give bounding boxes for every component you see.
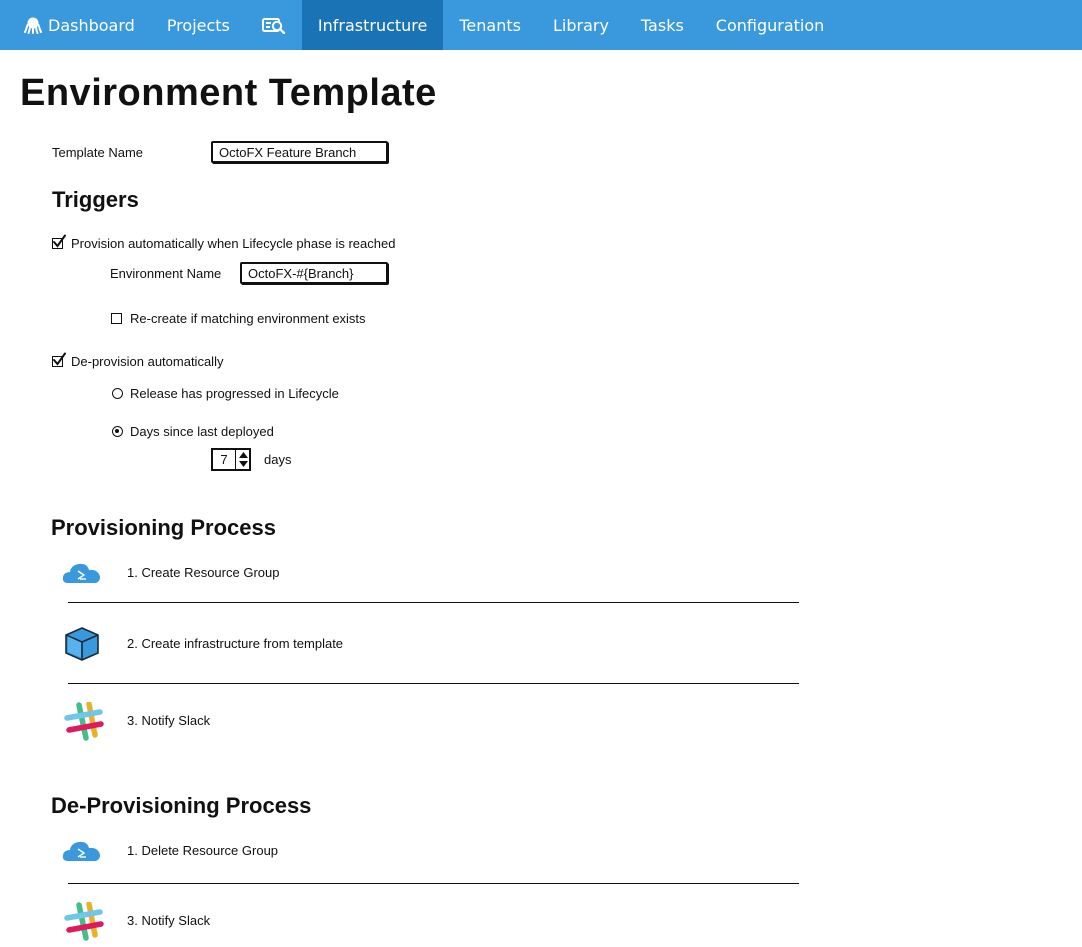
recreate-checkbox[interactable] bbox=[111, 313, 122, 324]
nav-tasks-label: Tasks bbox=[640, 15, 684, 35]
azure-cube-icon bbox=[64, 626, 100, 667]
nav-tenants[interactable]: Tenants bbox=[443, 0, 537, 50]
provisioning-step-3-label: 3. Notify Slack bbox=[127, 713, 211, 728]
nav-tasks[interactable]: Tasks bbox=[625, 0, 700, 50]
page-title: Environment Template bbox=[20, 72, 437, 114]
provisioning-step-1-label: 1. Create Resource Group bbox=[127, 565, 280, 580]
deprovision-auto-label: De-provision automatically bbox=[71, 354, 224, 369]
days-since-label: Days since last deployed bbox=[130, 424, 274, 439]
nav-projects[interactable]: Projects bbox=[151, 0, 246, 50]
provisioning-heading: Provisioning Process bbox=[51, 515, 276, 540]
nav-infrastructure-label: Infrastructure bbox=[317, 15, 428, 35]
days-since-radio[interactable] bbox=[112, 426, 123, 437]
nav-dashboard-label: Dashboard bbox=[48, 15, 135, 35]
azure-cloud-icon bbox=[62, 562, 102, 589]
recreate-label: Re-create if matching environment exists bbox=[130, 311, 366, 326]
provisioning-step-2-label: 2. Create infrastructure from template bbox=[127, 636, 344, 651]
provision-auto-checkbox[interactable] bbox=[52, 234, 66, 249]
template-name-input[interactable]: OctoFX Feature Branch bbox=[211, 141, 388, 163]
deprovisioning-step-1-label: 1. Delete Resource Group bbox=[127, 843, 279, 858]
environment-name-input[interactable]: OctoFX-#{Branch} bbox=[240, 262, 388, 284]
nav-library-label: Library bbox=[552, 15, 609, 35]
days-value[interactable]: 7 bbox=[213, 450, 236, 469]
nav-configuration[interactable]: Configuration bbox=[700, 0, 841, 50]
checkmark-icon bbox=[53, 352, 66, 366]
stepper-arrows-icon[interactable] bbox=[236, 450, 249, 469]
release-progressed-radio[interactable] bbox=[112, 388, 123, 399]
checkmark-icon bbox=[53, 234, 66, 248]
nav-library[interactable]: Library bbox=[537, 0, 625, 50]
nav-dashboard[interactable]: Dashboard bbox=[0, 0, 151, 50]
days-unit-label: days bbox=[264, 452, 292, 467]
template-name-label: Template Name bbox=[52, 145, 144, 160]
step-divider bbox=[68, 683, 799, 684]
step-divider bbox=[68, 602, 799, 603]
slack-icon bbox=[64, 901, 104, 947]
release-progressed-label: Release has progressed in Lifecycle bbox=[130, 386, 339, 401]
deprovision-auto-checkbox[interactable] bbox=[52, 352, 66, 367]
nav-configuration-label: Configuration bbox=[715, 15, 825, 35]
deprovisioning-heading: De-Provisioning Process bbox=[51, 793, 312, 818]
octopus-icon bbox=[24, 16, 42, 34]
nav-search-library[interactable] bbox=[246, 0, 302, 50]
nav-projects-label: Projects bbox=[166, 15, 230, 35]
slack-icon bbox=[64, 701, 104, 747]
search-library-icon bbox=[261, 16, 286, 34]
environment-name-label: Environment Name bbox=[110, 266, 222, 281]
top-nav: Dashboard Projects Infrastructure Tenant… bbox=[0, 0, 1082, 50]
nav-tenants-label: Tenants bbox=[459, 15, 521, 35]
step-divider bbox=[68, 883, 799, 884]
azure-cloud-icon bbox=[62, 840, 102, 867]
triggers-heading: Triggers bbox=[52, 187, 139, 212]
nav-infrastructure[interactable]: Infrastructure bbox=[301, 0, 444, 50]
provision-auto-label: Provision automatically when Lifecycle p… bbox=[71, 236, 396, 251]
deprovisioning-step-2-label: 3. Notify Slack bbox=[127, 913, 211, 928]
days-stepper[interactable]: 7 bbox=[211, 448, 251, 471]
